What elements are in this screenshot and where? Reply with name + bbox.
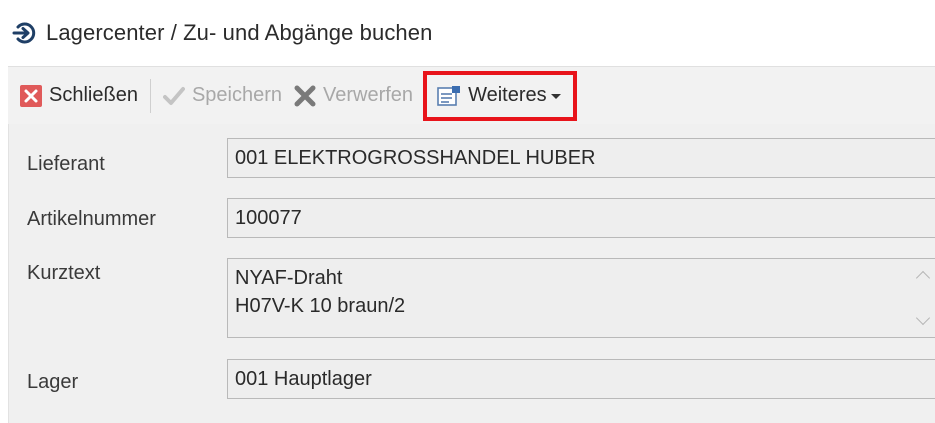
arrow-into-circle-icon: [12, 20, 38, 46]
article-number-field[interactable]: 100077: [227, 198, 935, 238]
close-button[interactable]: Schließen: [14, 76, 144, 116]
window-title: Lagercenter / Zu- und Abgänge buchen: [46, 20, 433, 45]
supplier-field[interactable]: 001 ELEKTROGROSSHANDEL HUBER: [227, 138, 935, 178]
stock-label: Lager: [27, 371, 79, 393]
x-icon: [294, 85, 316, 107]
chevron-down-icon[interactable]: [915, 310, 931, 326]
caret-down-icon: [550, 94, 561, 99]
close-button-label: Schließen: [49, 84, 138, 106]
stock-value: 001 Hauptlager: [235, 367, 372, 390]
shorttext-line-1: NYAF-Draht: [235, 267, 343, 289]
toolbar: Schließen Speichern Verwerfen Weiteres: [8, 66, 935, 124]
shorttext-field[interactable]: NYAF-Draht H07V-K 10 braun/2: [227, 258, 935, 338]
article-number-value: 100077: [235, 206, 302, 229]
more-dropdown-button[interactable]: Weiteres: [423, 70, 577, 121]
shorttext-label: Kurztext: [27, 262, 101, 284]
checkmark-icon: [162, 86, 185, 106]
supplier-value: 001 ELEKTROGROSSHANDEL HUBER: [235, 146, 596, 169]
toolbar-separator: [149, 78, 151, 113]
chevron-up-icon[interactable]: [915, 270, 931, 286]
list-window-icon: [437, 85, 461, 107]
shorttext-line-2: H07V-K 10 braun/2: [235, 295, 406, 317]
window: Lagercenter / Zu- und Abgänge buchen Sch…: [0, 0, 935, 423]
discard-button[interactable]: Verwerfen: [288, 76, 419, 116]
save-button-label: Speichern: [191, 84, 282, 106]
title-bar: Lagercenter / Zu- und Abgänge buchen: [0, 0, 935, 66]
more-button-label: Weiteres: [468, 84, 547, 106]
save-button[interactable]: Speichern: [157, 76, 288, 116]
close-icon: [20, 84, 42, 107]
shorttext-scrollbar[interactable]: [908, 259, 935, 337]
stock-field[interactable]: 001 Hauptlager: [227, 359, 935, 399]
article-number-label: Artikelnummer: [27, 208, 156, 230]
booking-form: Lieferant 001 ELEKTROGROSSHANDEL HUBER A…: [8, 124, 935, 423]
discard-button-label: Verwerfen: [323, 84, 414, 106]
supplier-label: Lieferant: [27, 153, 105, 175]
